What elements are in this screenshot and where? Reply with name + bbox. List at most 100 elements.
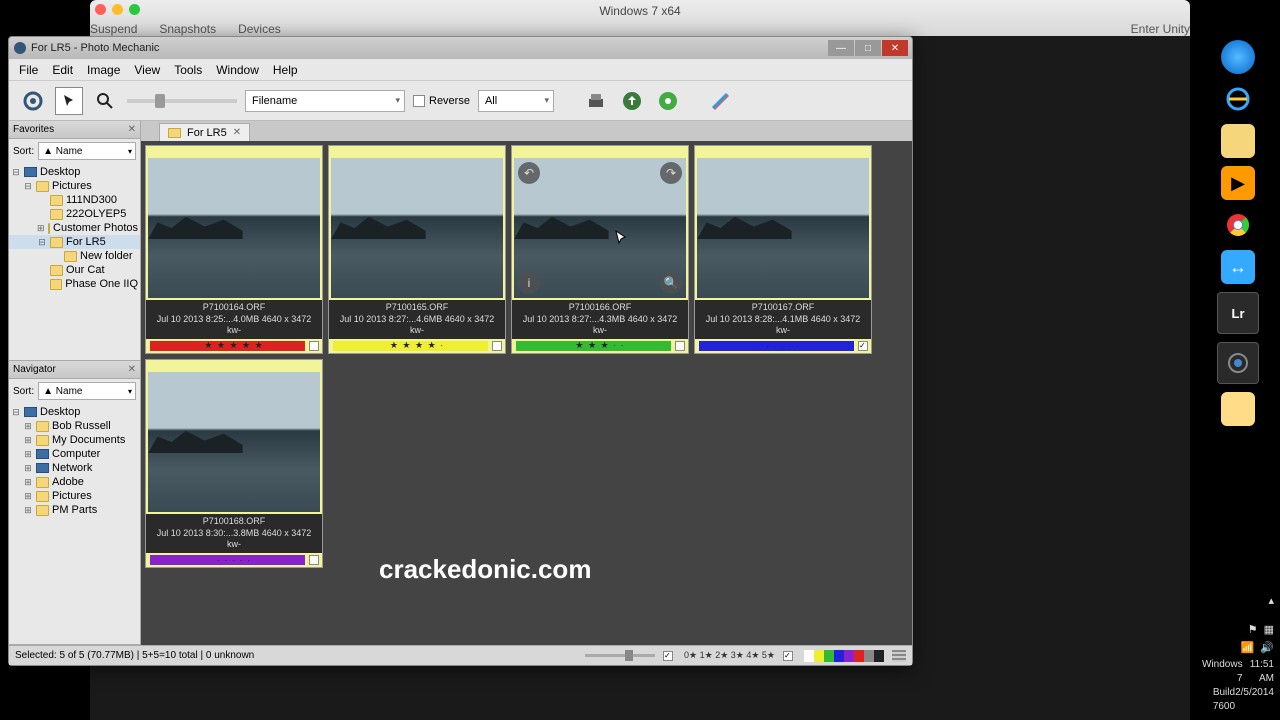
sticky-note-icon[interactable]	[1221, 392, 1255, 426]
tree-item[interactable]: ⊞Computer	[9, 447, 140, 461]
taskbar-icons: ▶ ↔ Lr	[1202, 40, 1274, 426]
tree-item[interactable]: ⊞PM Parts	[9, 503, 140, 517]
volume-icon[interactable]: 🔊	[1260, 641, 1274, 656]
thumbnail-card[interactable]: P7100168.ORFJul 10 2013 8:30:...3.8MB 46…	[145, 359, 323, 568]
chrome-icon[interactable]	[1221, 208, 1255, 242]
color-tool-icon[interactable]	[706, 87, 734, 115]
zoom-tool[interactable]	[91, 87, 119, 115]
thumbnail-image[interactable]	[331, 158, 503, 298]
thumbnail-card[interactable]: P7100164.ORFJul 10 2013 8:25:...4.0MB 46…	[145, 145, 323, 354]
thumbnail-image[interactable]: ↶ ↷ i 🔍	[514, 158, 686, 298]
lightroom-icon[interactable]: Lr	[1217, 292, 1259, 334]
tree-item[interactable]: New folder	[9, 249, 140, 263]
star-filter[interactable]: 0★ 1★ 2★ 3★ 4★ 5★	[684, 650, 775, 661]
maximize-button[interactable]: □	[855, 40, 881, 56]
tree-item[interactable]: ⊞Customer Photos	[9, 221, 140, 235]
menu-window[interactable]: Window	[216, 63, 259, 77]
zoom-slider[interactable]	[127, 99, 237, 103]
status-slider[interactable]	[585, 654, 655, 657]
tree-item[interactable]: ⊞Pictures	[9, 489, 140, 503]
photo-mechanic-icon[interactable]	[1217, 342, 1259, 384]
filter-dropdown[interactable]: All	[478, 90, 554, 112]
rating-stars[interactable]: · · · · ·	[766, 341, 800, 351]
tree-item[interactable]: ⊞Adobe	[9, 475, 140, 489]
tree-item[interactable]: ⊟For LR5	[9, 235, 140, 249]
rating-stars[interactable]: ★ ★ ★ ★ ★	[204, 340, 263, 351]
tag-checkbox[interactable]	[492, 341, 502, 351]
burn-icon[interactable]	[654, 87, 682, 115]
thumbnail-meta: P7100167.ORFJul 10 2013 8:28:...4.1MB 46…	[695, 300, 871, 339]
ie-icon[interactable]	[1221, 82, 1255, 116]
tag-checkbox[interactable]	[309, 555, 319, 565]
tree-item[interactable]: ⊟Pictures	[9, 179, 140, 193]
host-menu-suspend[interactable]: Suspend	[90, 22, 137, 36]
pointer-tool[interactable]	[55, 87, 83, 115]
favorites-close-icon[interactable]: ✕	[128, 124, 136, 135]
host-menu-devices[interactable]: Devices	[238, 22, 281, 36]
tree-item[interactable]: Phase One IIQ	[9, 277, 140, 291]
tab-close-icon[interactable]: ✕	[233, 127, 241, 138]
rotate-right-icon[interactable]: ↷	[660, 162, 682, 184]
menu-file[interactable]: File	[19, 63, 38, 77]
titlebar[interactable]: For LR5 - Photo Mechanic — □ ✕	[9, 37, 912, 59]
tree-item[interactable]: 111ND300	[9, 193, 140, 207]
thumbnail-card[interactable]: P7100167.ORFJul 10 2013 8:28:...4.1MB 46…	[694, 145, 872, 354]
thumbnail-image[interactable]	[148, 158, 320, 298]
menu-view[interactable]: View	[134, 63, 160, 77]
info-icon[interactable]: i	[518, 272, 540, 294]
tree-item[interactable]: ⊞Bob Russell	[9, 419, 140, 433]
color-filter-check[interactable]	[783, 651, 793, 661]
explorer-icon[interactable]	[1221, 124, 1255, 158]
tree-item[interactable]: ⊟Desktop	[9, 165, 140, 179]
thumbnail-image[interactable]	[148, 372, 320, 512]
host-menu-unity[interactable]: Enter Unity	[1131, 22, 1190, 36]
tree-item[interactable]: ⊞Network	[9, 461, 140, 475]
tag-checkbox[interactable]	[675, 341, 685, 351]
thumbnail-image[interactable]	[697, 158, 869, 298]
print-icon[interactable]	[582, 87, 610, 115]
media-player-icon[interactable]: ▶	[1221, 166, 1255, 200]
tab-for-lr5[interactable]: For LR5✕	[159, 123, 250, 141]
clock-date[interactable]: 2/5/2014	[1235, 686, 1274, 714]
thumbnail-card[interactable]: P7100165.ORFJul 10 2013 8:27:...4.6MB 46…	[328, 145, 506, 354]
favorites-sort-dropdown[interactable]: ▲ Name	[38, 142, 136, 160]
rating-stars[interactable]: ★ ★ ★ ★ ·	[390, 340, 444, 351]
favorites-tree: ⊟Desktop⊟Pictures111ND300222OLYEP5⊞Custo…	[9, 163, 140, 293]
tag-checkbox[interactable]	[858, 341, 868, 351]
rating-stars[interactable]: ★ ★ ★ · ·	[575, 340, 624, 351]
rotate-left-icon[interactable]: ↶	[518, 162, 540, 184]
navigator-panel: Navigator✕ Sort:▲ Name ⊟Desktop⊞Bob Russ…	[9, 361, 140, 645]
navigator-sort-dropdown[interactable]: ▲ Name	[38, 382, 136, 400]
gear-icon[interactable]	[19, 87, 47, 115]
menu-edit[interactable]: Edit	[52, 63, 73, 77]
reverse-checkbox[interactable]: Reverse	[413, 95, 470, 107]
tree-item[interactable]: ⊞My Documents	[9, 433, 140, 447]
tree-item[interactable]: ⊟Desktop	[9, 405, 140, 419]
thumbnail-card[interactable]: ↶↷i🔍P7100166.ORFJul 10 2013 8:27:...4.3M…	[511, 145, 689, 354]
grid-toggle-icon[interactable]	[892, 650, 906, 662]
menu-tools[interactable]: Tools	[174, 63, 202, 77]
favorites-panel: Favorites✕ Sort:▲ Name ⊟Desktop⊟Pictures…	[9, 121, 140, 361]
teamviewer-icon[interactable]: ↔	[1221, 250, 1255, 284]
tree-item[interactable]: Our Cat	[9, 263, 140, 277]
close-button[interactable]: ✕	[882, 40, 908, 56]
start-orb-icon[interactable]	[1221, 40, 1255, 74]
clock-time[interactable]: 11:51 AM	[1243, 658, 1274, 686]
tray-icon[interactable]: ▦	[1264, 623, 1274, 638]
menu-image[interactable]: Image	[87, 63, 120, 77]
status-check[interactable]	[663, 651, 673, 661]
tag-checkbox[interactable]	[309, 341, 319, 351]
color-swatches[interactable]	[804, 650, 884, 662]
navigator-close-icon[interactable]: ✕	[128, 364, 136, 375]
tree-item[interactable]: 222OLYEP5	[9, 207, 140, 221]
thumbnail-suffix: kw-	[514, 325, 686, 337]
upload-icon[interactable]	[618, 87, 646, 115]
sort-field-dropdown[interactable]: Filename	[245, 90, 405, 112]
rating-stars[interactable]: · · · · ·	[217, 555, 251, 565]
network-icon[interactable]: 📶	[1241, 641, 1255, 656]
minimize-button[interactable]: —	[828, 40, 854, 56]
menu-help[interactable]: Help	[273, 63, 298, 77]
flag-icon[interactable]: ⚑	[1248, 623, 1258, 638]
loupe-icon[interactable]: 🔍	[660, 272, 682, 294]
host-menu-snapshots[interactable]: Snapshots	[159, 22, 216, 36]
